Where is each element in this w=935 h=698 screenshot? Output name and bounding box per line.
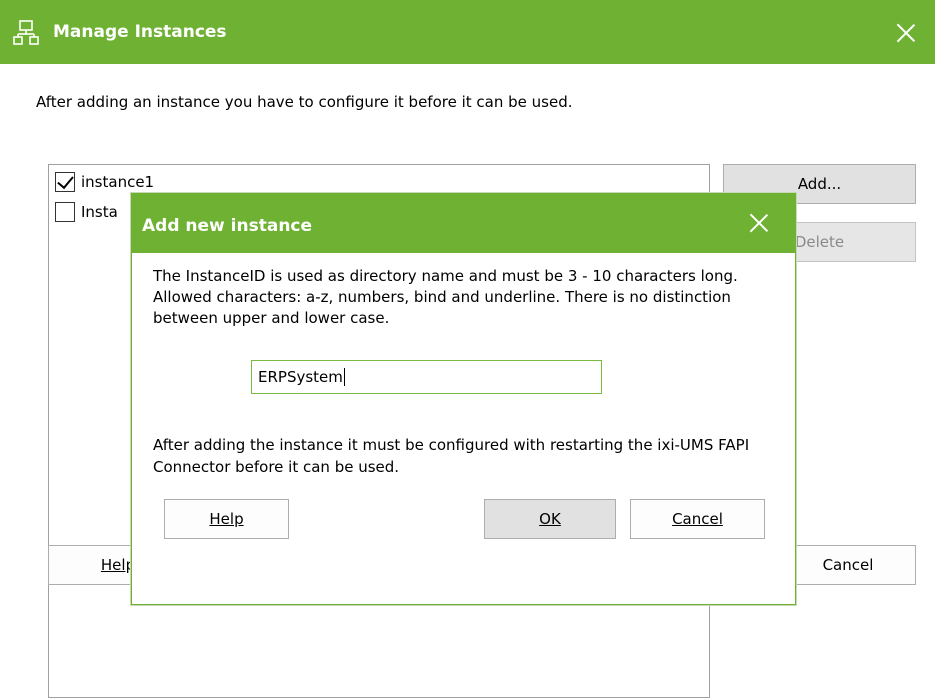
- window-close-icon[interactable]: [896, 23, 916, 43]
- dialog-cancel-label: Cancel: [672, 510, 723, 528]
- window-title: Manage Instances: [53, 22, 227, 42]
- list-item[interactable]: instance1: [55, 170, 154, 194]
- window-titlebar: Manage Instances: [0, 0, 935, 64]
- instance-checkbox[interactable]: [55, 202, 75, 222]
- ok-button-label: OK: [539, 510, 561, 528]
- intro-text: After adding an instance you have to con…: [36, 93, 573, 111]
- cancel-button-label: Cancel: [822, 556, 874, 574]
- instance-id-input[interactable]: ERPSystem: [251, 360, 602, 394]
- instance-label: Insta: [81, 203, 118, 221]
- instance-checkbox[interactable]: [55, 172, 75, 192]
- dialog-description: The InstanceID is used as directory name…: [153, 267, 738, 327]
- instances-icon: [13, 20, 39, 45]
- instance-id-value: ERPSystem: [258, 368, 343, 386]
- dialog-cancel-button[interactable]: Cancel: [630, 499, 765, 539]
- dialog-close-icon[interactable]: [749, 213, 769, 233]
- instance-label: instance1: [81, 173, 155, 191]
- list-item[interactable]: Insta: [55, 200, 118, 224]
- dialog-title: Add new instance: [142, 216, 313, 236]
- text-caret: [343, 368, 345, 386]
- dialog-help-button[interactable]: Help: [164, 499, 289, 539]
- add-instance-dialog: Add new instance The InstanceID is used …: [131, 193, 796, 605]
- dialog-help-label: Help: [209, 510, 244, 528]
- help-button-label: Help: [100, 556, 136, 574]
- dialog-titlebar: Add new instance: [132, 194, 795, 253]
- ok-button[interactable]: OK: [484, 499, 616, 539]
- add-button-label: Add...: [797, 175, 842, 193]
- delete-button-label: Delete: [794, 233, 845, 251]
- cancel-button[interactable]: Cancel: [780, 545, 916, 585]
- dialog-note: After adding the instance it must be con…: [153, 436, 750, 476]
